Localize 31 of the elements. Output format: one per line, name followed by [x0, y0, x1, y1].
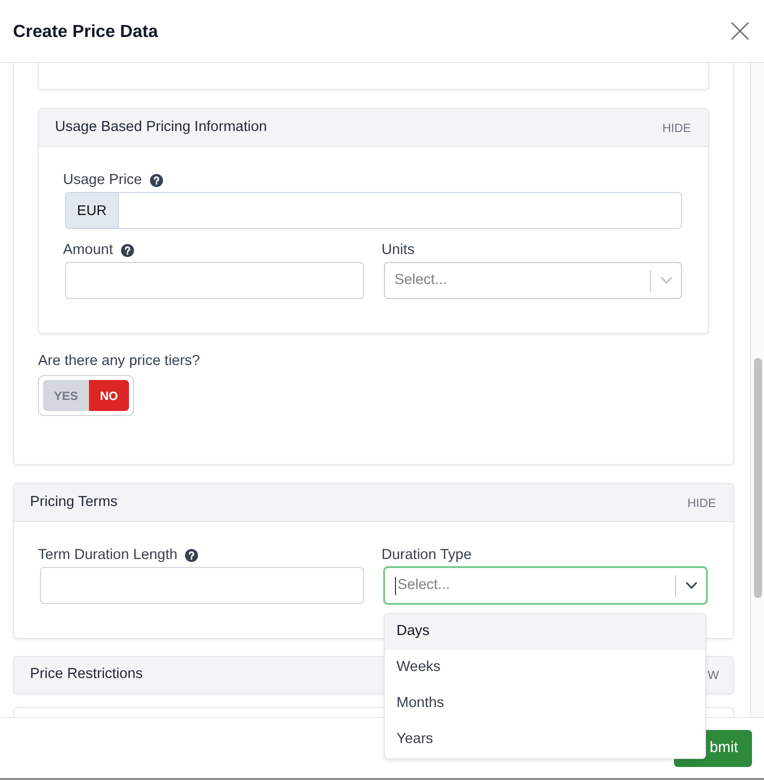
toggle-option[interactable]: NO	[89, 380, 130, 411]
dropdown-option[interactable]: Days	[384, 614, 705, 650]
close-button[interactable]	[731, 22, 749, 40]
toggle-link[interactable]: HIDE	[687, 494, 716, 512]
select-field[interactable]: Select...	[384, 567, 707, 604]
input-field[interactable]	[118, 192, 682, 229]
field-label: Units	[382, 241, 415, 260]
section-title: Usage Based Pricing Information	[55, 118, 267, 137]
dropdown-option[interactable]: Months	[384, 686, 705, 722]
chevron-down-icon	[686, 582, 696, 589]
field-label: Are there any price tiers?	[38, 352, 200, 371]
field-label: Usage Price	[63, 171, 142, 190]
field-label: Term Duration Length	[38, 546, 178, 565]
input-field[interactable]	[40, 567, 364, 604]
chevron-down-icon	[660, 277, 672, 284]
dropdown-option[interactable]: Years	[384, 722, 705, 758]
field-label: Duration Type	[382, 546, 472, 565]
select-field[interactable]: Select...	[384, 262, 682, 299]
section-title: Pricing Terms	[30, 492, 118, 512]
toggle-link[interactable]: HIDE	[662, 118, 691, 136]
toggle-option[interactable]: YES	[43, 380, 90, 411]
dialog-title: Create Price Data	[13, 20, 158, 42]
input-field[interactable]	[65, 262, 364, 299]
close-icon	[731, 22, 749, 40]
currency-label: EUR	[65, 192, 118, 229]
scrollbar-thumb[interactable]	[754, 358, 762, 598]
field-label: Amount	[63, 241, 113, 260]
section-title: Price Restrictions	[30, 665, 143, 684]
toggle-link[interactable]: W	[708, 666, 719, 684]
dropdown-option[interactable]: Weeks	[384, 650, 705, 686]
text-cursor-icon	[394, 576, 396, 594]
